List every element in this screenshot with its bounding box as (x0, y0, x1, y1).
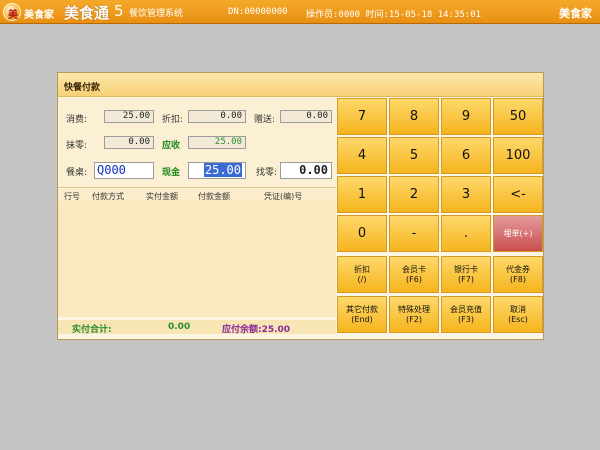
key-2[interactable]: 2 (389, 176, 439, 213)
cash-field[interactable]: 25.00 (188, 162, 246, 179)
operator-time-info: 操作员:0000 时间:15-05-18 14:35:01 (306, 10, 482, 20)
special-handling-button[interactable]: 特殊处理 (F2) (389, 296, 439, 333)
brand-name: 美食通 (64, 4, 110, 22)
change-label: 找零: (256, 168, 278, 178)
brand-subtitle: 餐饮管理系统 (129, 9, 184, 19)
cancel-button[interactable]: 取消 (Esc) (493, 296, 543, 333)
bank-card-button[interactable]: 银行卡 (F7) (441, 256, 491, 293)
key-6[interactable]: 6 (441, 137, 491, 174)
key-9[interactable]: 9 (441, 98, 491, 135)
balance-due: 应付余额:25.00 (222, 325, 291, 335)
paid-total-value: 0.00 (168, 322, 191, 332)
brand-right-logo: 美食家 (559, 7, 592, 20)
receivable-label: 应收 (162, 141, 181, 151)
gift-field[interactable]: 0.00 (280, 110, 332, 123)
payment-fields: 消费: 25.00 折扣: 0.00 赠送: 0.00 抹零: 0.00 应收 … (58, 98, 336, 188)
logo-text: 美食家 (24, 10, 54, 21)
member-card-button[interactable]: 会员卡 (F6) (389, 256, 439, 293)
key-1[interactable]: 1 (337, 176, 387, 213)
dialog-title: 快餐付款 (58, 73, 543, 97)
payment-grid-header: 行号 付款方式 实付金额 付款金额 凭证(编)号 (58, 189, 336, 201)
rounding-field[interactable]: 0.00 (104, 136, 154, 149)
other-payment-button[interactable]: 其它付款 (End) (337, 296, 387, 333)
table-label: 餐桌: (66, 168, 88, 178)
paid-total-label: 实付合计: (72, 325, 112, 335)
key-3[interactable]: 3 (441, 176, 491, 213)
key-0[interactable]: 0 (337, 215, 387, 252)
receivable-field: 25.00 (188, 136, 246, 149)
key-backspace[interactable]: <- (493, 176, 543, 213)
key-8[interactable]: 8 (389, 98, 439, 135)
fast-food-payment-dialog: 快餐付款 消费: 25.00 折扣: 0.00 赠送: 0.00 抹零: 0.0… (57, 72, 544, 340)
checkout-button[interactable]: 埋单(+) (493, 215, 543, 252)
payment-left-section: 消费: 25.00 折扣: 0.00 赠送: 0.00 抹零: 0.00 应收 … (58, 98, 336, 340)
voucher-button[interactable]: 代金券 (F8) (493, 256, 543, 293)
discount-field[interactable]: 0.00 (188, 110, 246, 123)
rounding-label: 抹零: (66, 141, 88, 151)
keypad: 7 8 9 50 4 5 6 100 1 2 3 <- 0 - . 埋单(+) … (337, 98, 543, 340)
consume-field[interactable]: 25.00 (104, 110, 154, 123)
title-bar: 美 美食家 美食通 5 餐饮管理系统 DN:00000000 操作员:0000 … (0, 0, 600, 24)
key-50[interactable]: 50 (493, 98, 543, 135)
key-100[interactable]: 100 (493, 137, 543, 174)
key-minus[interactable]: - (389, 215, 439, 252)
payment-grid-body[interactable] (58, 201, 336, 317)
payment-grid[interactable]: 行号 付款方式 实付金额 付款金额 凭证(编)号 (58, 189, 336, 317)
member-recharge-button[interactable]: 会员充值 (F3) (441, 296, 491, 333)
gift-label: 赠送: (254, 115, 276, 125)
key-dot[interactable]: . (441, 215, 491, 252)
table-field[interactable]: Q000 (94, 162, 154, 179)
dn-number: DN:00000000 (228, 7, 288, 17)
discount-button[interactable]: 折扣 (/) (337, 256, 387, 293)
key-5[interactable]: 5 (389, 137, 439, 174)
change-field: 0.00 (280, 162, 332, 179)
cash-label: 现金 (162, 168, 181, 178)
brand-version: 5 (114, 2, 124, 20)
discount-label: 折扣: (162, 115, 184, 125)
consume-label: 消费: (66, 115, 88, 125)
key-4[interactable]: 4 (337, 137, 387, 174)
key-7[interactable]: 7 (337, 98, 387, 135)
payment-totals: 实付合计: 0.00 应付余额:25.00 (58, 320, 336, 335)
cash-value-selected: 25.00 (203, 163, 242, 177)
logo-medal-icon: 美 (3, 3, 21, 21)
logo: 美 美食家 (3, 3, 59, 21)
